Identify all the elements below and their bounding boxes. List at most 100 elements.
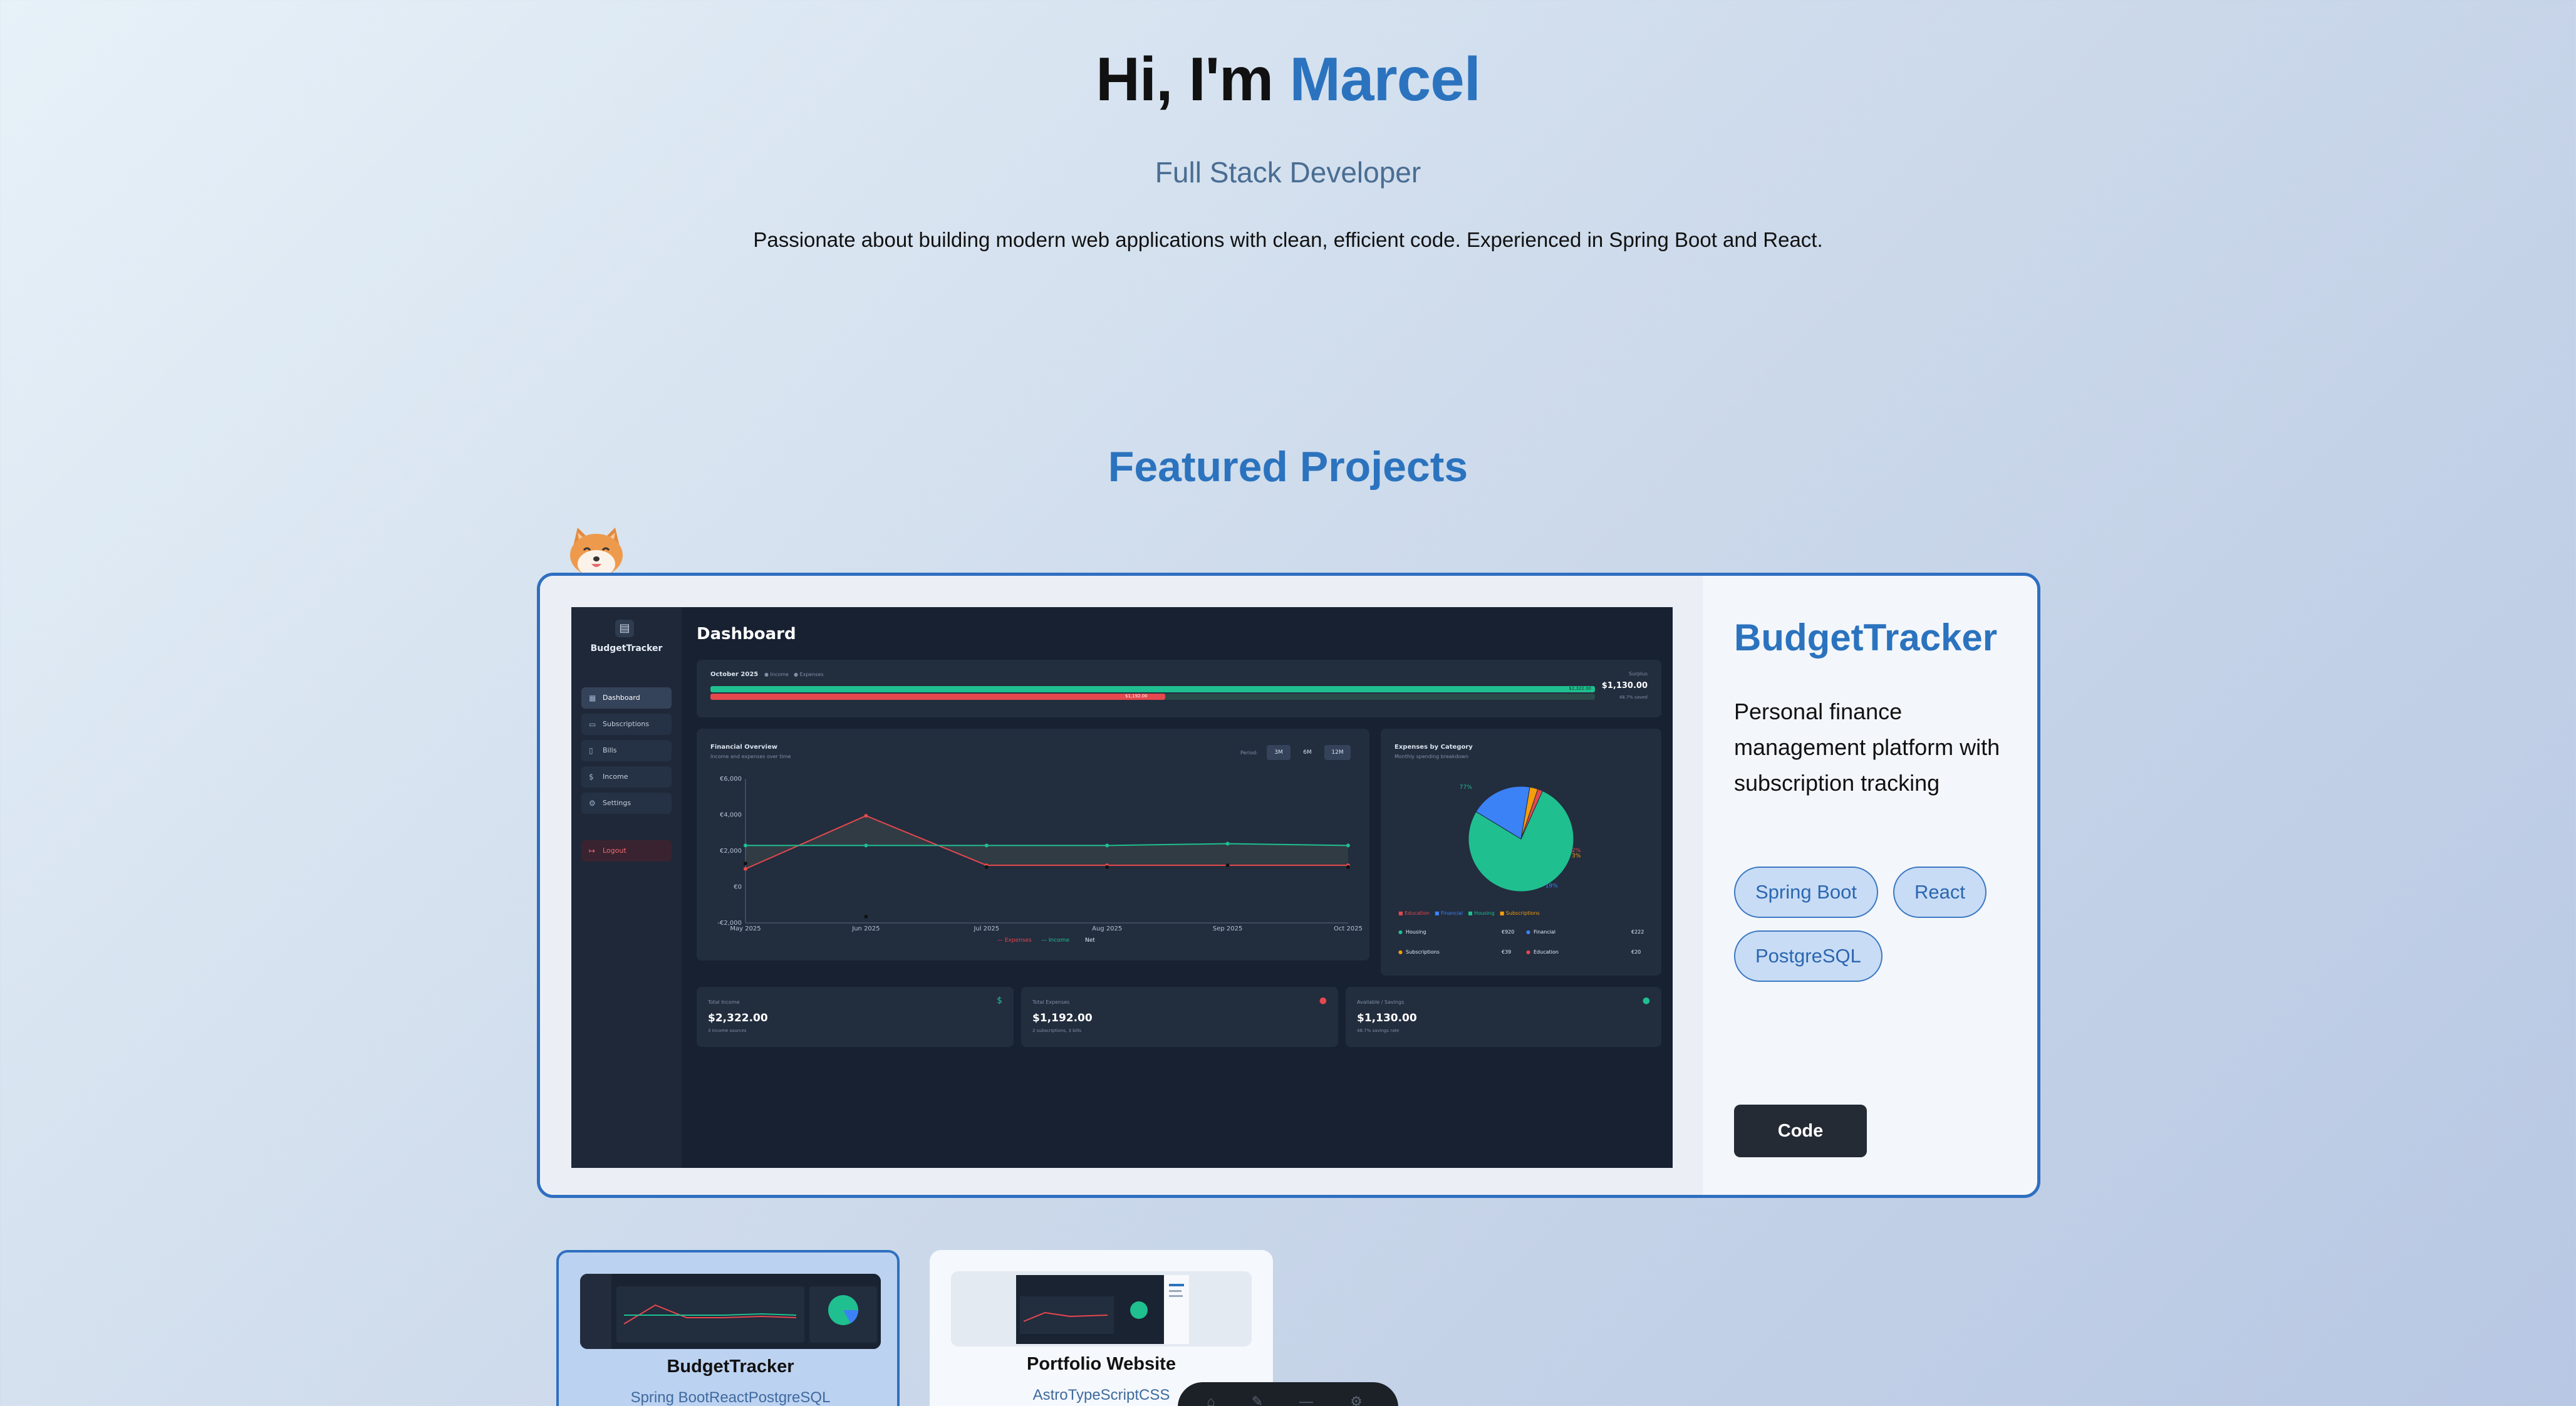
- legend-item: — Income: [1041, 937, 1069, 944]
- dot-icon: ●: [1526, 929, 1530, 935]
- category-row: ● Subscriptions €39 ● Education €20: [1398, 949, 1649, 969]
- dock-toolbar[interactable]: ⌂ ✎ — ⚙: [1178, 1382, 1398, 1406]
- point-income: [984, 843, 989, 848]
- category-title: Expenses by Category: [1394, 744, 1473, 751]
- thumbnail-image: [951, 1271, 1252, 1346]
- grid-icon: ▦: [589, 694, 596, 702]
- x-tick-label: Aug 2025: [1092, 925, 1122, 932]
- hero-role: Full Stack Developer: [1155, 156, 1421, 189]
- preview-nav-label: Subscriptions: [603, 720, 650, 728]
- category-name: Subscriptions: [1406, 949, 1440, 955]
- stat-value: $1,130.00: [1357, 1012, 1417, 1024]
- project-card-name: Portfolio Website: [1027, 1354, 1176, 1374]
- point-income: [864, 843, 868, 848]
- gear-icon: ⚙: [589, 799, 596, 808]
- stat-card-expenses: Total Expenses ● $1,192.00 2 subscriptio…: [1021, 987, 1338, 1047]
- stat-sub: 48.7% savings rate: [1357, 1028, 1400, 1033]
- point-net: [864, 914, 868, 919]
- pie-legend-item: ■ Subscriptions: [1499, 910, 1540, 916]
- y-tick-label: €4,000: [720, 812, 742, 819]
- card-icon: ▭: [589, 720, 596, 729]
- featured-project-card[interactable]: ▤ BudgetTracker ▦ Dashboard ▭ Subscription…: [537, 573, 2040, 1198]
- hero-name: Marcel: [1289, 44, 1481, 113]
- pie-legend-item: ■ Housing: [1468, 910, 1495, 916]
- gear-icon[interactable]: ⚙: [1346, 1393, 1367, 1406]
- tag-react: React: [1893, 867, 1987, 918]
- pie-legend: ■ Education ■ Financial ■ Housing ■ Subscri…: [1398, 910, 1545, 916]
- preview-page-title: Dashboard: [697, 625, 796, 643]
- dashboard-screenshot: ▤ BudgetTracker ▦ Dashboard ▭ Subscription…: [571, 607, 1673, 1168]
- expenses-category-panel: Expenses by Category Monthly spending br…: [1381, 729, 1661, 976]
- project-preview[interactable]: ▤ BudgetTracker ▦ Dashboard ▭ Subscription…: [540, 576, 1703, 1195]
- stat-sub: 3 income sources: [708, 1028, 747, 1033]
- financial-overview-panel: Financial Overview Income and expenses o…: [697, 729, 1369, 961]
- stat-label: Total Income: [708, 999, 740, 1005]
- overview-title: Financial Overview: [710, 744, 777, 751]
- tag-spring-boot: Spring Boot: [1734, 867, 1878, 918]
- expenses-pie-chart: 77%19%3%2%: [1460, 784, 1581, 892]
- code-button[interactable]: Code: [1734, 1105, 1867, 1157]
- legend-item: Net: [1085, 937, 1095, 944]
- paint-icon[interactable]: ✎: [1247, 1393, 1268, 1406]
- category-subtitle: Monthly spending breakdown: [1394, 754, 1469, 759]
- period-3m: 3M: [1267, 745, 1291, 760]
- preview-nav-subscriptions: ▭ Subscriptions: [581, 714, 672, 735]
- preview-nav-bills: ▯ Bills: [581, 740, 672, 761]
- point-income: [1225, 841, 1230, 846]
- pie-legend-item: ■ Financial: [1434, 910, 1463, 916]
- preview-nav-label: Dashboard: [603, 694, 640, 702]
- pie-slice-label: 77%: [1460, 784, 1472, 791]
- overview-subtitle: Income and expenses over time: [710, 754, 791, 759]
- project-card-name: BudgetTracker: [667, 1357, 794, 1377]
- point-income: [1346, 843, 1350, 848]
- expense-bar-value: $1,192.00: [1125, 694, 1148, 699]
- category-row: ● Housing €920 ● Financial €222: [1398, 929, 1649, 949]
- stat-label: Total Expenses: [1032, 999, 1070, 1005]
- preview-nav-dashboard: ▦ Dashboard: [581, 687, 672, 709]
- tag-postgresql: PostgreSQL: [1734, 930, 1883, 982]
- featured-project-info: BudgetTracker Personal finance managemen…: [1734, 576, 2037, 1195]
- stat-card-income: Total Income $ $2,322.00 3 income source…: [697, 987, 1014, 1047]
- surplus-label: Surplus: [1629, 671, 1648, 677]
- preview-month: October 2025: [710, 671, 759, 678]
- hero-description: Passionate about building modern web app…: [753, 228, 1823, 251]
- category-value: €222: [1631, 929, 1644, 935]
- home-icon[interactable]: ⌂: [1200, 1393, 1222, 1406]
- category-name: Housing: [1406, 929, 1426, 935]
- minus-icon[interactable]: —: [1296, 1393, 1317, 1406]
- x-tick-label: May 2025: [730, 925, 761, 932]
- category-rows: ● Housing €920 ● Financial €222 ● Subscr…: [1398, 929, 1649, 969]
- project-card-stack: Spring BootReactPostgreSQL: [630, 1389, 831, 1406]
- point-income: [744, 843, 747, 848]
- category-name: Education: [1534, 949, 1559, 955]
- point-expenses: [744, 867, 747, 871]
- category-value: €20: [1631, 949, 1641, 955]
- preview-nav-label: Bills: [603, 746, 617, 754]
- point-income: [1105, 843, 1109, 848]
- document-icon: ▯: [589, 746, 593, 755]
- status-dot-icon: ●: [1642, 996, 1650, 1006]
- income-bar-value: $2,322.00: [1569, 686, 1591, 691]
- point-net: [1346, 865, 1350, 869]
- period-6m: 6M: [1303, 749, 1312, 756]
- preview-legend-income: ● Income: [764, 672, 789, 677]
- surplus-sub: 48.7% saved: [1619, 695, 1648, 700]
- preview-nav-income: $ Income: [581, 766, 672, 788]
- legend-item: — Expenses: [997, 937, 1032, 944]
- point-net: [1105, 865, 1109, 869]
- stat-label: Available / Savings: [1357, 999, 1405, 1005]
- featured-project-title: BudgetTracker: [1734, 617, 1998, 659]
- x-tick-label: Sep 2025: [1213, 925, 1242, 932]
- period-12m: 12M: [1324, 745, 1351, 760]
- hero-title: Hi, I'm Marcel: [0, 44, 2576, 115]
- featured-project-description: Personal finance management platform wit…: [1734, 699, 2000, 796]
- x-tick-label: Jul 2025: [973, 925, 999, 932]
- dollar-icon: $: [997, 996, 1002, 1006]
- preview-sidebar: ▤ BudgetTracker ▦ Dashboard ▭ Subscription…: [571, 607, 682, 1168]
- dollar-icon: $: [589, 773, 594, 781]
- project-thumbnail: [580, 1274, 881, 1349]
- expense-bar: [710, 694, 1165, 700]
- project-card-budgettracker[interactable]: BudgetTracker Spring BootReactPostgreSQL: [556, 1250, 900, 1406]
- preview-logout: ↦ Logout: [581, 840, 672, 862]
- point-expenses: [864, 813, 868, 818]
